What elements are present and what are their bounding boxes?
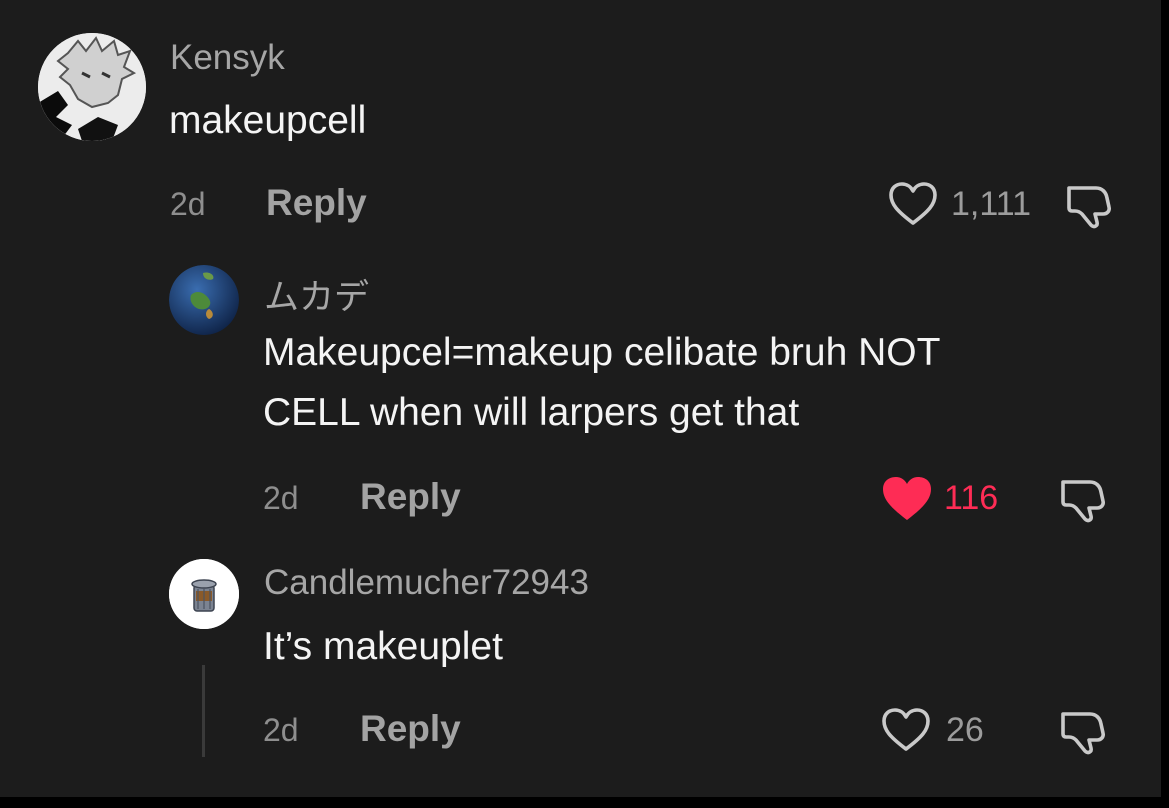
reply-button[interactable]: Reply (360, 476, 461, 518)
thumbs-down-icon (1061, 712, 1105, 755)
heart-icon (889, 182, 937, 225)
anime-character-avatar-icon (38, 33, 146, 141)
reply-button[interactable]: Reply (360, 708, 461, 750)
dislike-button[interactable] (1064, 180, 1114, 230)
comment-text: makeupcell (169, 99, 367, 142)
comment-text: It’s makeuplet (263, 625, 503, 668)
dislike-button[interactable] (1058, 474, 1108, 524)
like-count: 26 (946, 711, 984, 749)
thumbs-down-icon (1061, 480, 1105, 523)
thumbs-down-icon (1067, 186, 1111, 229)
comment-username[interactable]: Kensyk (170, 38, 285, 78)
comment-timestamp: 2d (263, 480, 299, 516)
comment-username[interactable]: Candlemucher72943 (264, 563, 589, 603)
avatar[interactable] (169, 265, 239, 335)
like-button[interactable] (880, 706, 932, 754)
comment-candlemucher: Candlemucher72943 It’s makeuplet 2d Repl… (0, 550, 1161, 797)
heart-icon (882, 708, 930, 751)
comment-username[interactable]: ムカデ (264, 269, 369, 320)
comment-text-line-2: CELL when will larpers get that (263, 391, 800, 434)
comment-timestamp: 2d (263, 712, 299, 748)
trash-can-avatar-icon (169, 559, 239, 629)
like-count: 1,111 (951, 185, 1032, 223)
reply-button[interactable]: Reply (266, 182, 367, 224)
comment-mukade: ムカデ Makeupcel=makeup celibate bruh NOT C… (0, 250, 1161, 540)
comment-kensyk: Kensyk makeupcell 2d Reply 1,111 (0, 0, 1161, 240)
comment-text-line-1: Makeupcel=makeup celibate bruh NOT (263, 331, 941, 374)
dislike-button[interactable] (1058, 706, 1108, 756)
comment-timestamp: 2d (170, 186, 206, 222)
like-button[interactable] (887, 180, 939, 228)
like-count: 116 (944, 479, 999, 517)
avatar[interactable] (169, 559, 239, 629)
comment-panel: Kensyk makeupcell 2d Reply 1,111 ムカデ Mak… (0, 0, 1161, 797)
like-button[interactable] (880, 474, 934, 524)
globe-avatar-icon (169, 265, 239, 335)
avatar[interactable] (38, 33, 146, 141)
heart-filled-icon (883, 477, 931, 520)
